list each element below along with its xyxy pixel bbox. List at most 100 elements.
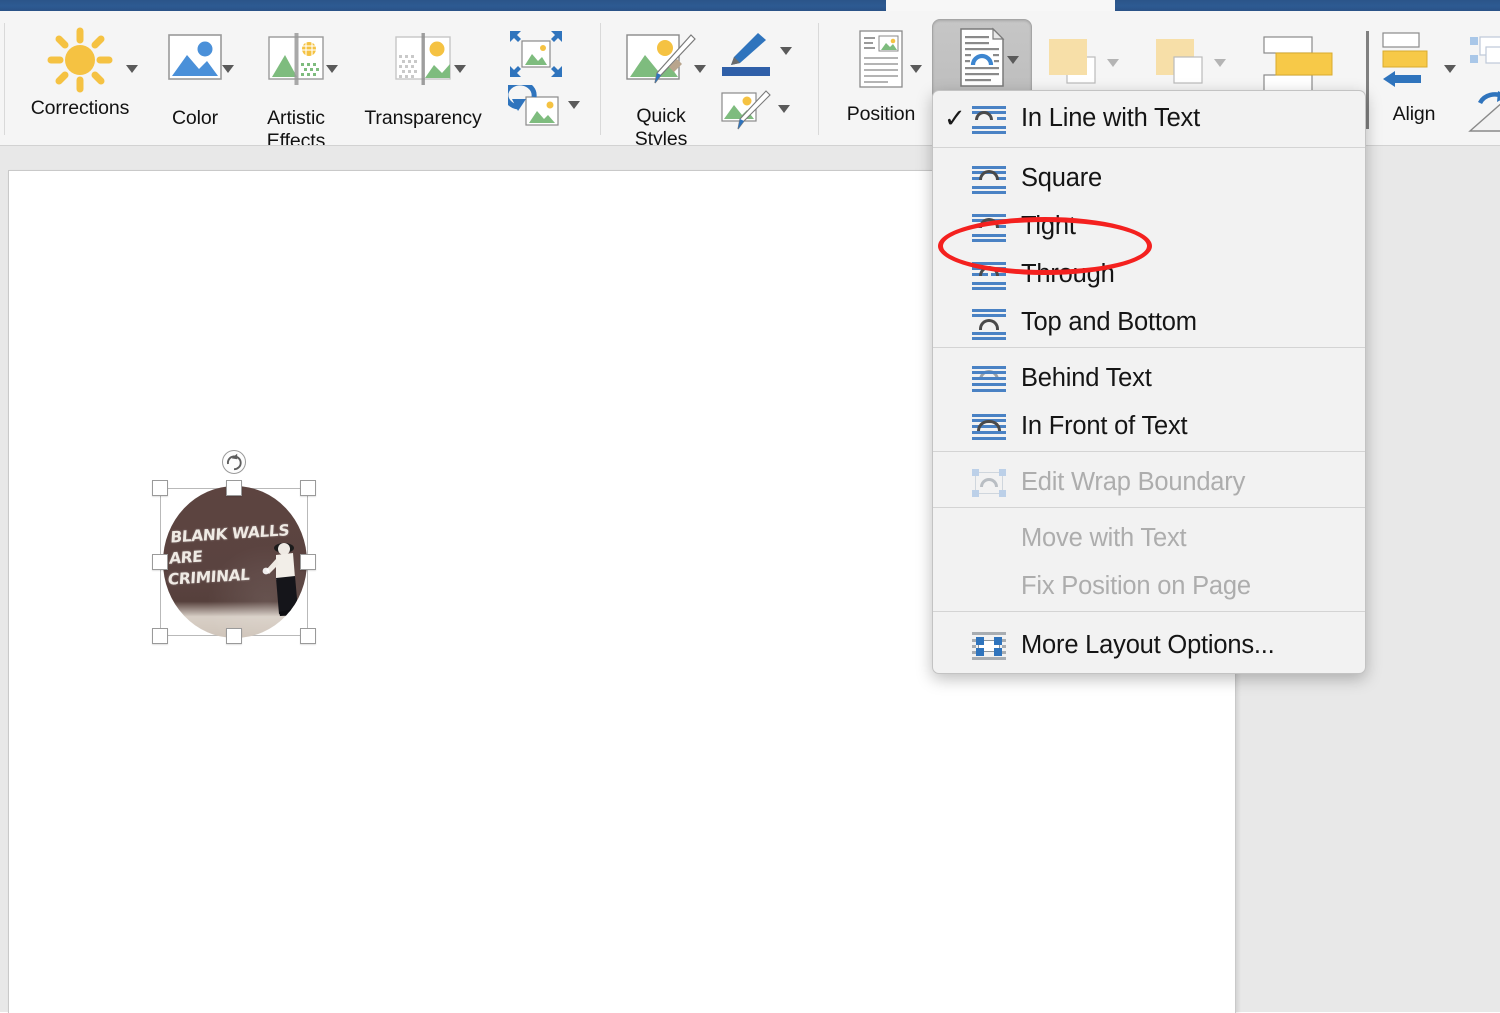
color-button[interactable]: Color — [152, 23, 238, 130]
position-button[interactable]: Position — [838, 23, 924, 126]
picture-border-button[interactable] — [718, 29, 792, 77]
menu-label-in-front-of-text: In Front of Text — [1021, 412, 1188, 441]
menu-label-through: Through — [1021, 260, 1115, 289]
menu-label-behind-text: Behind Text — [1021, 364, 1152, 393]
chevron-down-icon[interactable] — [1444, 65, 1456, 73]
menu-icon-placeholder — [972, 572, 1006, 602]
menu-label-tight: Tight — [1021, 212, 1076, 241]
menu-label-top-and-bottom: Top and Bottom — [1021, 308, 1197, 337]
compress-pictures-button[interactable] — [508, 29, 564, 79]
compress-pictures-icon — [508, 29, 564, 79]
resize-handle-top-left[interactable] — [152, 480, 168, 496]
chevron-down-icon[interactable] — [694, 65, 706, 73]
chevron-down-icon[interactable] — [126, 65, 138, 73]
wrap-tight-icon — [972, 212, 1006, 242]
resize-handle-middle-right[interactable] — [300, 554, 316, 570]
selection-pane-icon — [1468, 33, 1500, 77]
menu-item-more-layout-options[interactable]: More Layout Options... — [933, 619, 1365, 673]
wrap-text-menu[interactable]: ✓ In Line with Text Square Tight Through… — [932, 90, 1366, 674]
menu-item-top-and-bottom[interactable]: Top and Bottom — [933, 299, 1365, 347]
menu-item-behind-text[interactable]: Behind Text — [933, 355, 1365, 403]
send-backward-button[interactable] — [1152, 35, 1226, 95]
bring-forward-icon — [1045, 35, 1115, 95]
sun-icon — [40, 23, 120, 97]
corrections-label: Corrections — [30, 97, 130, 119]
resize-handle-middle-left[interactable] — [152, 554, 168, 570]
menu-label-move-with-text: Move with Text — [1021, 524, 1187, 553]
menu-item-tight[interactable]: Tight — [933, 203, 1365, 251]
chevron-down-icon[interactable] — [222, 65, 234, 73]
quick-styles-label: Quick Styles — [634, 105, 688, 146]
align-left-icon — [1381, 23, 1447, 103]
reset-picture-icon — [503, 80, 564, 129]
menu-label-edit-wrap-boundary: Edit Wrap Boundary — [1021, 468, 1246, 497]
checkmark-icon: ✓ — [944, 104, 966, 134]
rotate-objects-button[interactable] — [1466, 91, 1500, 135]
chevron-down-icon[interactable] — [568, 101, 580, 109]
menu-label-in-line-with-text: In Line with Text — [1021, 104, 1200, 133]
quick-styles-button[interactable]: Quick Styles — [612, 23, 710, 146]
resize-handle-bottom-right[interactable] — [300, 628, 316, 644]
resize-handle-bottom-left[interactable] — [152, 628, 168, 644]
wrap-top-bottom-icon — [972, 308, 1006, 340]
transparency-button[interactable]: Transparency — [352, 23, 494, 130]
picture-effects-button[interactable] — [718, 89, 790, 133]
selection-pane-button[interactable] — [1468, 33, 1500, 77]
menu-item-in-front-of-text[interactable]: In Front of Text — [933, 403, 1365, 451]
resize-handle-bottom-center[interactable] — [226, 628, 242, 644]
menu-item-edit-wrap-boundary: Edit Wrap Boundary — [933, 459, 1365, 507]
menu-gap — [933, 348, 1365, 355]
chevron-down-icon[interactable] — [454, 65, 466, 73]
tab-bar-left-segment — [0, 0, 886, 11]
color-label: Color — [171, 107, 219, 129]
menu-icon-placeholder — [972, 524, 1006, 554]
picture-border-icon — [718, 29, 776, 77]
position-label: Position — [846, 103, 916, 125]
chevron-down-icon[interactable] — [1107, 59, 1119, 67]
wrap-square-icon — [972, 164, 1006, 194]
chevron-down-icon[interactable] — [910, 65, 922, 73]
menu-item-fix-position-on-page: Fix Position on Page — [933, 563, 1365, 611]
wrap-through-icon — [972, 260, 1006, 290]
align-group-separator — [1366, 31, 1369, 129]
transparency-icon — [394, 23, 452, 107]
menu-item-move-with-text: Move with Text — [933, 515, 1365, 563]
align-button[interactable]: Align — [1374, 23, 1456, 126]
selected-picture[interactable]: BLANK WALLS ARE CRIMINAL — [152, 450, 316, 644]
send-backward-icon — [1152, 35, 1222, 95]
artistic-effects-icon — [267, 23, 325, 107]
group-objects-button[interactable] — [1258, 35, 1338, 95]
transparency-label: Transparency — [364, 107, 482, 129]
chevron-down-icon[interactable] — [1214, 59, 1226, 67]
active-tab-gap[interactable] — [886, 0, 1115, 11]
menu-item-square[interactable]: Square — [933, 155, 1365, 203]
group-objects-icon — [1258, 35, 1338, 95]
resize-handle-top-right[interactable] — [300, 480, 316, 496]
ribbon-tab-strip — [0, 0, 1500, 11]
ribbon-separator — [600, 23, 601, 135]
chevron-down-icon[interactable] — [1007, 56, 1019, 64]
artistic-effects-button[interactable]: Artistic Effects — [248, 23, 344, 145]
rotate-objects-icon — [1466, 91, 1500, 135]
menu-item-through[interactable]: Through — [933, 251, 1365, 299]
menu-gap — [933, 148, 1365, 155]
chevron-down-icon[interactable] — [780, 47, 792, 55]
ribbon-separator — [4, 23, 5, 135]
rotation-handle[interactable] — [222, 450, 246, 474]
chevron-down-icon[interactable] — [778, 105, 790, 113]
picture-image[interactable]: BLANK WALLS ARE CRIMINAL — [163, 486, 307, 638]
corrections-button[interactable]: Corrections — [14, 23, 146, 120]
reset-picture-button[interactable] — [503, 80, 580, 129]
menu-label-fix-position-on-page: Fix Position on Page — [1021, 572, 1251, 601]
position-icon — [858, 23, 904, 103]
menu-label-more-layout-options: More Layout Options... — [1021, 631, 1275, 660]
bring-forward-button[interactable] — [1045, 35, 1119, 95]
menu-item-in-line-with-text[interactable]: ✓ In Line with Text — [933, 91, 1365, 147]
resize-handle-top-center[interactable] — [226, 480, 242, 496]
wrap-text-icon — [955, 20, 1009, 96]
chevron-down-icon[interactable] — [326, 65, 338, 73]
menu-label-square: Square — [1021, 164, 1103, 193]
menu-gap — [933, 452, 1365, 459]
menu-gap — [933, 508, 1365, 515]
picture-color-icon — [167, 23, 223, 107]
